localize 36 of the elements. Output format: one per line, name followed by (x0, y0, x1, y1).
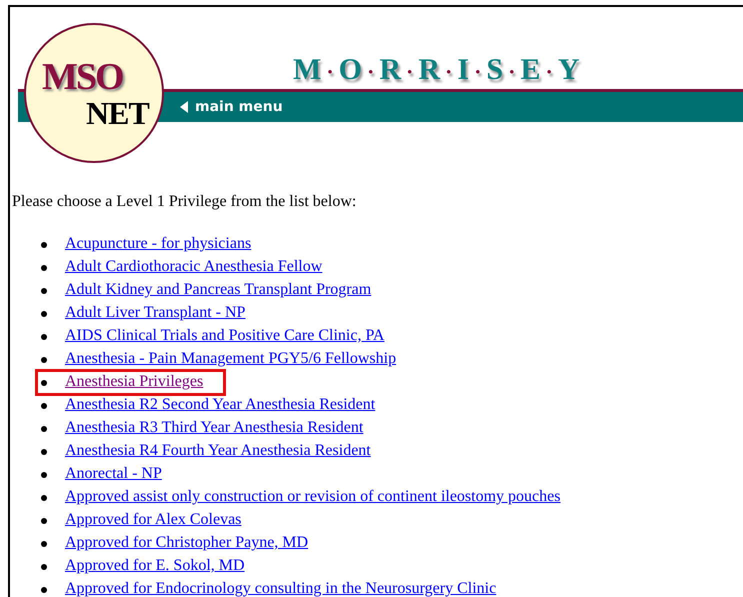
instruction-text: Please choose a Level 1 Privilege from the list below: (11, 193, 358, 211)
privilege-link[interactable]: Approved for E. Sokol, MD (65, 557, 245, 574)
site-title: M·O·R·R·I·S·E·Y (293, 53, 580, 88)
bullet-icon (41, 564, 47, 570)
privilege-link[interactable]: Approved for Christopher Payne, MD (65, 534, 308, 551)
bullet-icon (41, 448, 47, 454)
bullet-icon (41, 540, 47, 546)
privilege-link[interactable]: Acupuncture - for physicians (65, 235, 252, 252)
bullet-icon (41, 380, 47, 386)
bullet-icon (41, 356, 47, 362)
bullet-icon (41, 310, 47, 316)
privilege-link[interactable]: Anesthesia Privileges (65, 373, 204, 390)
bullet-icon (41, 426, 47, 432)
privilege-link[interactable]: Anorectal - NP (65, 465, 162, 482)
bullet-icon (41, 288, 47, 294)
privilege-link[interactable]: Adult Cardiothoracic Anesthesia Fellow (65, 258, 322, 275)
bullet-icon (41, 242, 47, 248)
bullet-icon (41, 402, 47, 408)
privilege-link[interactable]: Approved for Alex Colevas (65, 511, 242, 528)
caret-icon (180, 101, 188, 113)
bullet-icon (41, 586, 47, 592)
privilege-link[interactable]: Approved for Endocrinology consulting in the Neurosurgery Clinic (65, 580, 496, 597)
privilege-link[interactable]: Anesthesia R2 Second Year Anesthesia Resident (65, 396, 376, 413)
privilege-link[interactable]: Approved assist only construction or revision of continent ileostomy pouches (65, 488, 560, 505)
bullet-icon (41, 494, 47, 500)
privilege-link[interactable]: Anesthesia R4 Fourth Year Anesthesia Resident (65, 442, 371, 459)
privilege-link[interactable]: Adult Kidney and Pancreas Transplant Program (65, 281, 372, 298)
privilege-link[interactable]: Adult Liver Transplant - NP (65, 304, 246, 321)
bullet-icon (41, 334, 47, 340)
bullet-icon (41, 518, 47, 524)
bullet-icon (41, 472, 47, 478)
bullet-icon (41, 264, 47, 270)
privilege-link[interactable]: AIDS Clinical Trials and Positive Care Clinic, PA (65, 327, 384, 344)
main-menu-link[interactable]: main menu (180, 99, 283, 115)
privilege-link[interactable]: Anesthesia - Pain Management PGY5/6 Fellowship (65, 350, 396, 367)
privilege-link[interactable]: Anesthesia R3 Third Year Anesthesia Resident (65, 419, 364, 436)
